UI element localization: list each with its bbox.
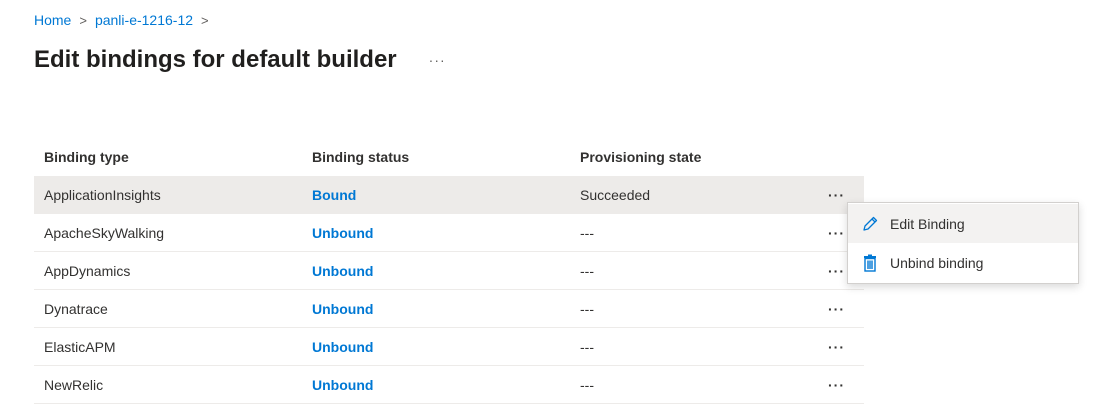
edit-binding-menu-item[interactable]: Edit Binding — [848, 204, 1078, 243]
provisioning-state-cell: --- — [570, 289, 818, 328]
breadcrumb-resource[interactable]: panli-e-1216-12 — [95, 12, 193, 28]
breadcrumb: Home > panli-e-1216-12 > — [34, 12, 217, 28]
binding-type-cell: AppDynamics — [34, 251, 302, 290]
binding-type-cell: NewRelic — [34, 365, 302, 404]
provisioning-state-cell: --- — [570, 327, 818, 366]
binding-status-link[interactable]: Unbound — [312, 301, 373, 317]
unbind-binding-menu-item[interactable]: Unbind binding — [848, 243, 1078, 282]
title-row: Edit bindings for default builder ··· — [34, 46, 450, 74]
binding-status-link[interactable]: Unbound — [312, 377, 373, 393]
page-more-button[interactable]: ··· — [425, 48, 450, 72]
column-header-provisioning-state: Provisioning state — [580, 149, 702, 165]
row-more-actions-button[interactable]: ··· — [828, 339, 845, 355]
bindings-table: Binding type Binding status Provisioning… — [34, 138, 864, 404]
edit-binding-label: Edit Binding — [890, 215, 965, 232]
provisioning-state-cell: --- — [570, 213, 818, 252]
table-row[interactable]: AppDynamics Unbound --- ··· — [34, 251, 864, 290]
table-row[interactable]: Dynatrace Unbound --- ··· — [34, 289, 864, 328]
unbind-binding-label: Unbind binding — [890, 254, 984, 271]
trash-icon — [860, 253, 880, 273]
binding-status-link[interactable]: Unbound — [312, 339, 373, 355]
provisioning-state-cell: --- — [570, 365, 818, 404]
binding-type-cell: ApacheSkyWalking — [34, 213, 302, 252]
row-context-menu: Edit Binding Unbind binding — [847, 202, 1079, 284]
row-more-actions-button[interactable]: ··· — [828, 225, 845, 241]
binding-status-link[interactable]: Unbound — [312, 263, 373, 279]
pencil-icon — [860, 214, 880, 234]
breadcrumb-separator: > — [79, 12, 87, 28]
row-more-actions-button[interactable]: ··· — [828, 187, 845, 203]
binding-type-cell: ElasticAPM — [34, 327, 302, 366]
column-header-binding-status: Binding status — [312, 149, 410, 165]
binding-status-link[interactable]: Unbound — [312, 225, 373, 241]
table-row[interactable]: ElasticAPM Unbound --- ··· — [34, 327, 864, 366]
table-row[interactable]: ApacheSkyWalking Unbound --- ··· — [34, 213, 864, 252]
table-row[interactable]: ApplicationInsights Bound Succeeded ··· — [34, 176, 864, 214]
row-more-actions-button[interactable]: ··· — [828, 301, 845, 317]
breadcrumb-separator: > — [201, 12, 209, 28]
binding-status-link[interactable]: Bound — [312, 187, 356, 203]
row-more-actions-button[interactable]: ··· — [828, 377, 845, 393]
table-header-row: Binding type Binding status Provisioning… — [34, 138, 864, 176]
provisioning-state-cell: --- — [570, 251, 818, 290]
binding-type-cell: Dynatrace — [34, 289, 302, 328]
row-more-actions-button[interactable]: ··· — [828, 263, 845, 279]
table-row[interactable]: NewRelic Unbound --- ··· — [34, 365, 864, 404]
provisioning-state-cell: Succeeded — [570, 176, 818, 214]
column-header-binding-type: Binding type — [44, 149, 129, 165]
binding-type-cell: ApplicationInsights — [34, 176, 302, 214]
column-header-actions — [818, 138, 864, 176]
page-title: Edit bindings for default builder — [34, 46, 397, 73]
breadcrumb-home[interactable]: Home — [34, 12, 71, 28]
